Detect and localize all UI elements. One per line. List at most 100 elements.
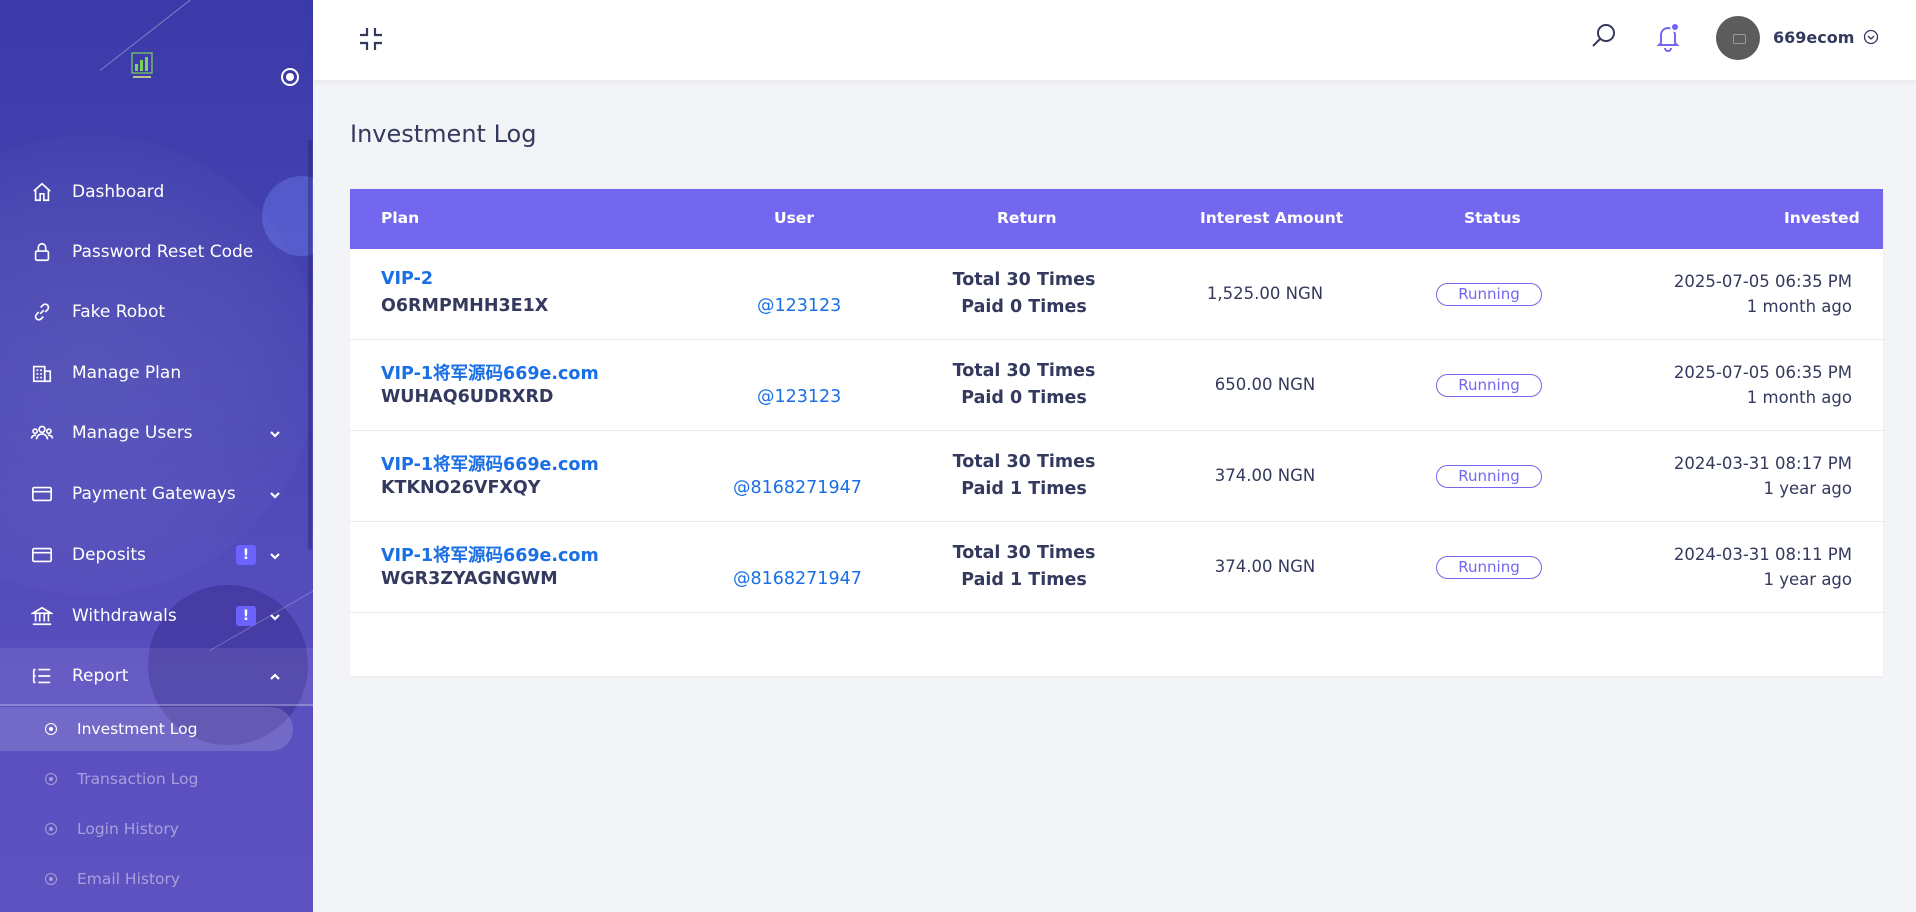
sidebar-item-label: Manage Users — [72, 423, 193, 443]
sidebar-item-label: Dashboard — [72, 182, 165, 202]
sidebar-item-withdrawals[interactable]: Withdrawals ! — [0, 587, 313, 645]
sidebar-item-manage-plan[interactable]: Manage Plan — [0, 344, 313, 402]
circle-dot-icon — [45, 873, 57, 885]
sidebar-item-label: Password Reset Code — [72, 242, 254, 262]
top-header: 669ecom — [313, 0, 1916, 80]
plan-link[interactable]: VIP-1将军源码669e.com — [381, 360, 599, 385]
return-paid: Paid 1 Times — [961, 479, 1087, 499]
return-info: Total 30 Times Paid 1 Times — [924, 540, 1124, 594]
sidebar-subitem-transaction-log[interactable]: Transaction Log — [0, 757, 293, 801]
sidebar-subitem-label: Investment Log — [77, 720, 198, 738]
return-paid: Paid 1 Times — [961, 570, 1087, 590]
sidebar-item-label: Fake Robot — [72, 302, 166, 322]
sidebar-decoration — [99, 0, 227, 71]
invested-date: 2024-03-31 08:11 PM 1 year ago — [1592, 542, 1852, 592]
return-total: Total 30 Times — [952, 452, 1096, 472]
sidebar-item-label: Deposits — [72, 545, 146, 565]
column-header-invested: Invested — [1784, 209, 1860, 227]
pending-badge: ! — [236, 606, 256, 626]
username[interactable]: 669ecom — [1773, 28, 1854, 47]
list-icon — [30, 664, 54, 688]
return-total: Total 30 Times — [952, 361, 1096, 381]
sidebar-item-deposits[interactable]: Deposits ! — [0, 526, 313, 584]
circle-dot-icon — [45, 723, 57, 735]
user-link[interactable]: @123123 — [757, 387, 841, 407]
chevron-down-icon — [268, 426, 282, 440]
user-link[interactable]: @123123 — [757, 296, 841, 316]
return-info: Total 30 Times Paid 1 Times — [924, 449, 1124, 503]
building-icon — [30, 361, 54, 385]
invested-datetime: 2024-03-31 08:17 PM — [1673, 454, 1852, 473]
invested-datetime: 2025-07-05 06:35 PM — [1673, 272, 1852, 291]
interest-amount: 650.00 NGN — [1214, 375, 1316, 394]
circle-dot-icon — [45, 773, 57, 785]
credit-card-icon — [30, 482, 54, 506]
status-badge: Running — [1436, 465, 1542, 488]
interest-amount: 374.00 NGN — [1214, 557, 1316, 576]
invested-date: 2024-03-31 08:17 PM 1 year ago — [1592, 451, 1852, 501]
chevron-down-icon — [268, 487, 282, 501]
user-link[interactable]: @8168271947 — [733, 478, 862, 498]
column-header-interest-amount: Interest Amount — [1200, 209, 1344, 227]
invested-relative: 1 year ago — [1763, 570, 1852, 589]
invested-relative: 1 year ago — [1763, 479, 1852, 498]
lock-icon — [30, 240, 54, 264]
home-icon — [30, 180, 54, 204]
fullscreen-exit-icon[interactable] — [358, 26, 384, 52]
column-header-status: Status — [1464, 209, 1521, 227]
sidebar-item-label: Report — [72, 666, 129, 686]
return-paid: Paid 0 Times — [961, 388, 1087, 408]
sidebar-item-password-reset-code[interactable]: Password Reset Code — [0, 223, 313, 281]
investment-code: KTKNO26VFXQY — [381, 478, 541, 498]
plan-link[interactable]: VIP-1将军源码669e.com — [381, 451, 599, 476]
avatar[interactable] — [1716, 16, 1760, 60]
user-link[interactable]: @8168271947 — [733, 569, 862, 589]
sidebar-collapse-toggle[interactable] — [281, 68, 299, 86]
circle-dot-icon — [45, 823, 57, 835]
column-header-return: Return — [997, 209, 1057, 227]
investment-code: O6RMPMHH3E1X — [381, 296, 549, 316]
investment-code: WGR3ZYAGNGWM — [381, 569, 558, 589]
page-title: Investment Log — [350, 120, 537, 148]
return-total: Total 30 Times — [952, 543, 1096, 563]
sidebar-subitem-investment-log[interactable]: Investment Log — [0, 707, 293, 751]
chevron-up-icon — [268, 669, 282, 683]
column-header-plan: Plan — [381, 209, 420, 227]
status-badge: Running — [1436, 556, 1542, 579]
sidebar-subitem-login-history[interactable]: Login History — [0, 807, 293, 851]
table-row: VIP-1将军源码669e.com WGR3ZYAGNGWM @81682719… — [350, 522, 1883, 613]
investment-log-table: Plan User Return Interest Amount Status … — [350, 189, 1883, 676]
interest-amount: 1,525.00 NGN — [1206, 284, 1324, 303]
chevron-down-icon — [268, 548, 282, 562]
sidebar-item-fake-robot[interactable]: Fake Robot — [0, 283, 313, 341]
sidebar-subitem-email-history[interactable]: Email History — [0, 857, 293, 901]
invested-date: 2025-07-05 06:35 PM 1 month ago — [1592, 269, 1852, 319]
status-badge: Running — [1436, 374, 1542, 397]
plan-link[interactable]: VIP-1将军源码669e.com — [381, 542, 599, 567]
sidebar-item-report[interactable]: Report — [0, 648, 313, 706]
table-row: VIP-1将军源码669e.com KTKNO26VFXQY @81682719… — [350, 431, 1883, 522]
sidebar-item-label: Payment Gateways — [72, 484, 236, 504]
investment-code: WUHAQ6UDRXRD — [381, 387, 554, 407]
sidebar-item-payment-gateways[interactable]: Payment Gateways — [0, 465, 313, 523]
invested-relative: 1 month ago — [1746, 388, 1852, 407]
plan-link[interactable]: VIP-2 — [381, 269, 433, 289]
status-badge: Running — [1436, 283, 1542, 306]
invested-relative: 1 month ago — [1746, 297, 1852, 316]
table-row: VIP-2 O6RMPMHH3E1X @123123 Total 30 Time… — [350, 249, 1883, 340]
search-icon[interactable] — [1590, 22, 1618, 50]
sidebar-item-manage-users[interactable]: Manage Users — [0, 404, 313, 462]
invested-datetime: 2024-03-31 08:11 PM — [1673, 545, 1852, 564]
column-header-user: User — [774, 209, 814, 227]
chevron-down-circle-icon[interactable] — [1863, 29, 1879, 45]
logo[interactable] — [131, 52, 153, 80]
sidebar: Dashboard Password Reset Code Fake Robot… — [0, 0, 313, 912]
chevron-down-icon — [268, 609, 282, 623]
sidebar-item-dashboard[interactable]: Dashboard — [0, 163, 313, 221]
users-icon — [30, 421, 54, 445]
sidebar-subitem-label: Email History — [77, 870, 181, 888]
link-icon — [30, 300, 54, 324]
table-header: Plan User Return Interest Amount Status … — [350, 189, 1883, 249]
invested-date: 2025-07-05 06:35 PM 1 month ago — [1592, 360, 1852, 410]
sidebar-subitem-label: Transaction Log — [77, 770, 199, 788]
